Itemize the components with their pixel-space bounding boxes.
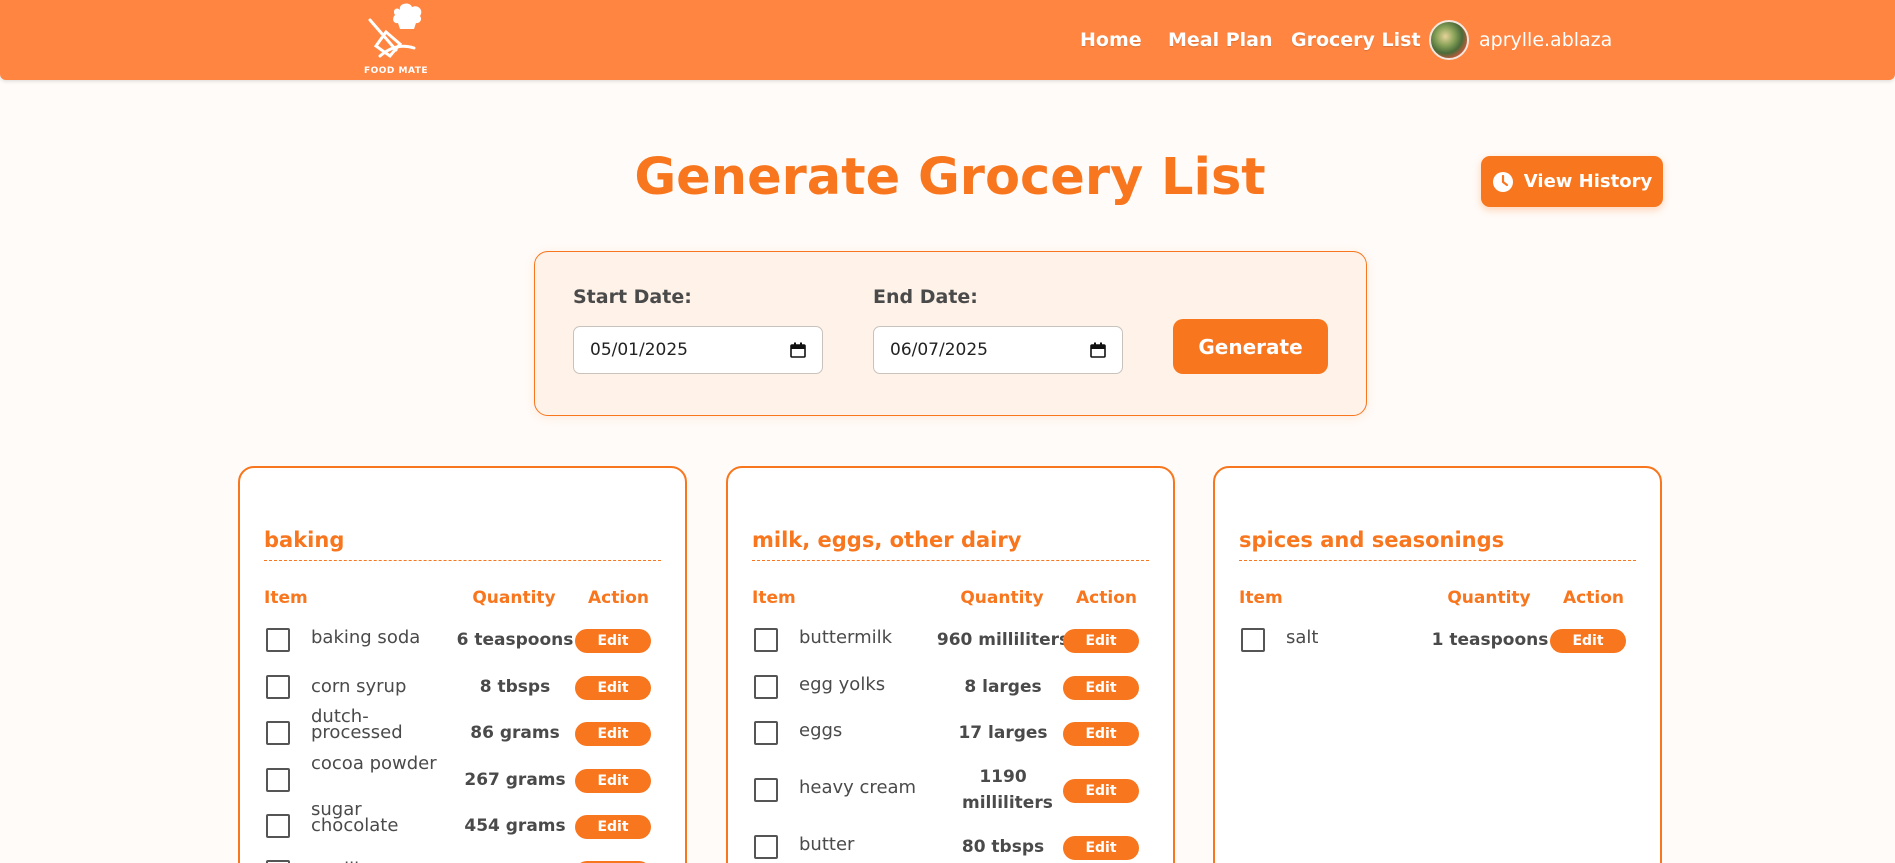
avatar[interactable] xyxy=(1429,20,1469,60)
calendar-icon[interactable] xyxy=(790,342,806,358)
start-date-value: 05/01/2025 xyxy=(590,340,688,360)
edit-button[interactable]: Edit xyxy=(575,629,651,653)
col-head-quantity: Quantity xyxy=(472,588,556,608)
username[interactable]: aprylle.ablaza xyxy=(1479,0,1612,80)
col-head-item: Item xyxy=(1239,588,1283,608)
item-quantity: 1 teaspoons xyxy=(1431,630,1549,650)
end-date-label: End Date: xyxy=(873,286,978,308)
category-card-dairy: milk, eggs, other dairy Item Quantity Ac… xyxy=(726,466,1175,863)
clock-icon xyxy=(1492,171,1513,192)
item-name: sugar chocolate xyxy=(311,799,399,836)
edit-button[interactable]: Edit xyxy=(575,676,651,700)
item-quantity: 8 larges xyxy=(964,677,1042,697)
item-name: egg yolks xyxy=(799,674,886,695)
start-date-input[interactable]: 05/01/2025 xyxy=(573,326,823,374)
chef-hat-icon xyxy=(368,3,422,59)
nav-meal-plan[interactable]: Meal Plan xyxy=(1168,29,1273,51)
item-name: dutch-processed xyxy=(311,706,403,743)
nav-grocery-list[interactable]: Grocery List xyxy=(1291,29,1421,51)
col-head-action: Action xyxy=(1563,588,1624,608)
end-date-input[interactable]: 06/07/2025 xyxy=(873,326,1123,374)
item-checkbox[interactable] xyxy=(266,675,290,699)
edit-button[interactable]: Edit xyxy=(1550,629,1626,653)
item-checkbox[interactable] xyxy=(266,814,290,838)
item-quantity: 1190 milliliters xyxy=(962,767,1053,813)
food-mate-logo[interactable]: FOOD MATE xyxy=(362,2,430,76)
date-range-panel: Start Date: 05/01/2025 End Date: 06/07/2… xyxy=(534,251,1367,416)
item-quantity: 6 teaspoons xyxy=(456,630,574,650)
item-name: eggs xyxy=(799,720,843,741)
edit-button[interactable]: Edit xyxy=(1063,676,1139,700)
col-head-item: Item xyxy=(752,588,796,608)
item-checkbox[interactable] xyxy=(754,835,778,859)
item-checkbox[interactable] xyxy=(754,628,778,652)
edit-button[interactable]: Edit xyxy=(1063,779,1139,803)
item-name: heavy cream xyxy=(799,777,917,798)
item-checkbox[interactable] xyxy=(266,768,290,792)
category-card-baking: baking Item Quantity Action baking soda … xyxy=(238,466,687,863)
edit-button[interactable]: Edit xyxy=(575,769,651,793)
item-checkbox[interactable] xyxy=(754,675,778,699)
item-checkbox[interactable] xyxy=(1241,628,1265,652)
item-checkbox[interactable] xyxy=(266,721,290,745)
col-head-action: Action xyxy=(1076,588,1137,608)
logo-text: FOOD MATE xyxy=(363,66,429,76)
view-history-label: View History xyxy=(1523,171,1653,192)
item-quantity: 960 milliliters xyxy=(936,630,1070,650)
item-checkbox[interactable] xyxy=(266,628,290,652)
item-name: baking soda xyxy=(311,627,421,648)
item-name: salt xyxy=(1286,627,1319,648)
col-head-item: Item xyxy=(264,588,308,608)
calendar-icon[interactable] xyxy=(1090,342,1106,358)
item-name: cocoa powder xyxy=(311,753,437,774)
edit-button[interactable]: Edit xyxy=(1063,629,1139,653)
nav-home[interactable]: Home xyxy=(1080,29,1142,51)
item-checkbox[interactable] xyxy=(754,778,778,802)
end-date-value: 06/07/2025 xyxy=(890,340,988,360)
category-title: baking xyxy=(264,528,661,561)
start-date-label: Start Date: xyxy=(573,286,692,308)
item-quantity: 80 tbsps xyxy=(961,837,1045,857)
item-name: butter xyxy=(799,834,855,855)
item-quantity: 454 grams xyxy=(464,816,566,836)
item-quantity: 17 larges xyxy=(958,723,1048,743)
edit-button[interactable]: Edit xyxy=(1063,836,1139,860)
item-name: corn syrup xyxy=(311,676,407,697)
item-checkbox[interactable] xyxy=(754,721,778,745)
view-history-button[interactable]: View History xyxy=(1481,156,1663,207)
col-head-quantity: Quantity xyxy=(1447,588,1531,608)
category-title: milk, eggs, other dairy xyxy=(752,528,1149,561)
item-quantity: 86 grams xyxy=(470,723,560,743)
item-quantity: 8 tbsps xyxy=(479,677,551,697)
generate-button[interactable]: Generate xyxy=(1173,319,1328,374)
page-title: Generate Grocery List xyxy=(634,148,1266,207)
item-quantity: 267 grams xyxy=(464,770,566,790)
category-title: spices and seasonings xyxy=(1239,528,1636,561)
top-nav-bar: FOOD MATE Home Meal Plan Grocery List ap… xyxy=(0,0,1895,80)
item-name: buttermilk xyxy=(799,627,893,648)
category-card-spices: spices and seasonings Item Quantity Acti… xyxy=(1213,466,1662,863)
edit-button[interactable]: Edit xyxy=(575,815,651,839)
edit-button[interactable]: Edit xyxy=(1063,722,1139,746)
col-head-action: Action xyxy=(588,588,649,608)
item-quantity: 2 xyxy=(440,859,590,863)
edit-button[interactable]: Edit xyxy=(575,722,651,746)
col-head-quantity: Quantity xyxy=(960,588,1044,608)
